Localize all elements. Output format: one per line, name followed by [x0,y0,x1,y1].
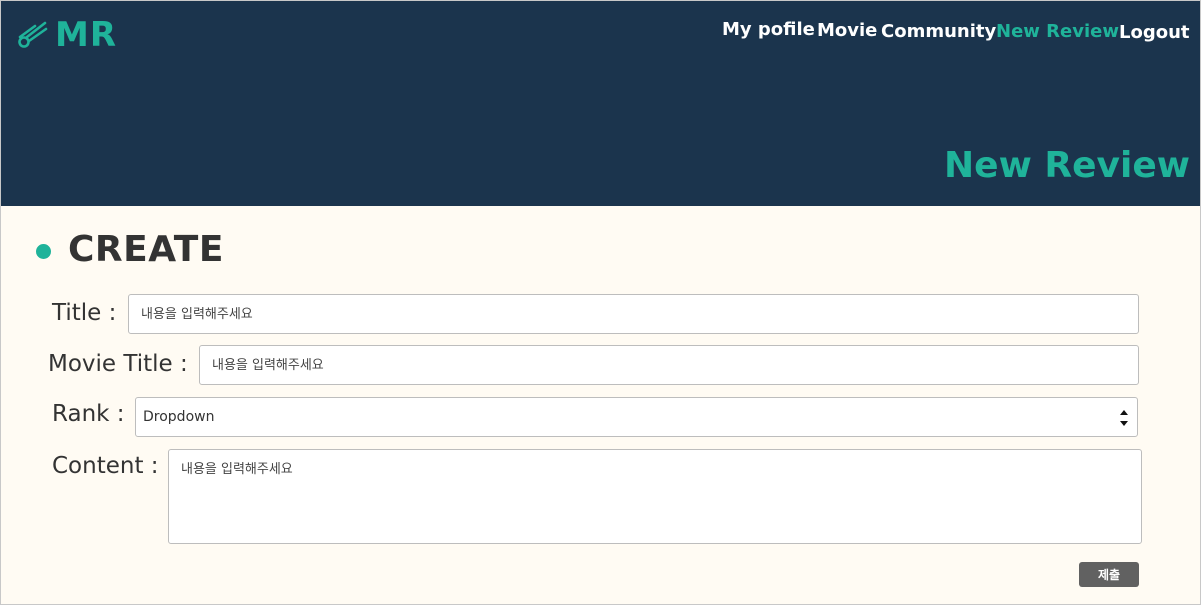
site-header: MR My pofile Movie Community New Review … [1,1,1200,206]
nav-item-new-review[interactable]: New Review [996,21,1119,42]
main-nav: My pofile Movie Community New Review Log… [1,19,1200,49]
nav-item-my-profile[interactable]: My pofile [722,19,815,40]
rank-label: Rank : [52,401,125,427]
movie-title-input[interactable] [199,345,1139,385]
rank-select-value: Dropdown [143,409,215,425]
nav-item-movie[interactable]: Movie [817,20,877,41]
rank-select[interactable]: Dropdown [135,397,1138,437]
content-label: Content : [52,453,159,479]
page-frame: MR My pofile Movie Community New Review … [0,0,1201,605]
select-arrows-icon [1119,407,1129,429]
nav-item-logout[interactable]: Logout [1119,22,1190,43]
title-input[interactable] [128,294,1139,334]
nav-item-community[interactable]: Community [881,21,996,42]
movie-title-label: Movie Title : [48,351,188,377]
section-bullet-icon [36,244,51,259]
page-hero-title: New Review [944,145,1190,186]
submit-button[interactable]: 제출 [1079,562,1139,587]
content-textarea[interactable] [168,449,1142,544]
title-label: Title : [52,300,117,326]
section-title: CREATE [68,229,224,270]
